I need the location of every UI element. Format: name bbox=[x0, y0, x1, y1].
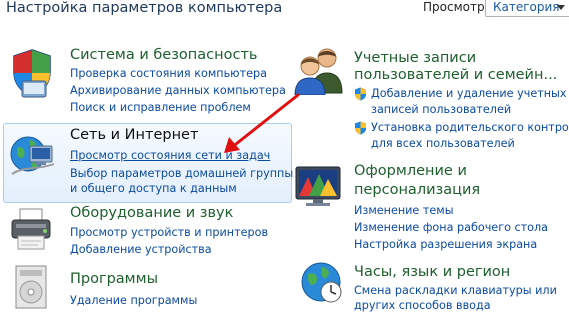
link-backup-computer[interactable]: Архивирование данных компьютера bbox=[70, 84, 286, 97]
category-appearance-line2[interactable]: персонализация bbox=[354, 182, 480, 198]
link-change-keyboard-1[interactable]: Смена раскладки клавиатуры или bbox=[354, 284, 557, 297]
category-network-internet[interactable]: Сеть и Интернет bbox=[70, 127, 198, 143]
link-view-devices-printers[interactable]: Просмотр устройств и принтеров bbox=[70, 226, 268, 239]
category-clock-language-region[interactable]: Часы, язык и регион bbox=[354, 264, 510, 280]
category-appearance-line1[interactable]: Оформление и bbox=[354, 163, 467, 179]
printer-icon[interactable] bbox=[8, 206, 56, 254]
category-system-security[interactable]: Система и безопасность bbox=[70, 47, 257, 63]
link-add-remove-accounts-1[interactable]: Добавление и удаление учетных bbox=[371, 87, 567, 100]
link-add-remove-accounts-2[interactable]: записей пользователей bbox=[371, 103, 511, 116]
uac-shield-icon bbox=[355, 87, 366, 101]
category-hardware-sound[interactable]: Оборудование и звук bbox=[70, 205, 233, 221]
monitor-icon[interactable] bbox=[292, 165, 346, 209]
uac-shield-icon bbox=[355, 121, 366, 135]
link-parental-controls-2[interactable]: для всех пользователей bbox=[371, 137, 515, 150]
view-by-label: Просмотр: bbox=[423, 0, 489, 14]
clock-globe-icon[interactable] bbox=[298, 259, 344, 305]
user-accounts-icon[interactable] bbox=[292, 45, 346, 95]
category-user-accounts-line2[interactable]: пользователей и семейн... bbox=[354, 67, 557, 83]
link-homegroup-options-2[interactable]: и общего доступа к данным bbox=[70, 182, 237, 195]
link-uninstall-program[interactable]: Удаление программы bbox=[70, 294, 197, 307]
link-change-theme[interactable]: Изменение темы bbox=[354, 204, 454, 217]
chevron-down-icon bbox=[557, 5, 565, 10]
link-view-network-status[interactable]: Просмотр состояния сети и задач bbox=[70, 149, 270, 162]
category-programs[interactable]: Программы bbox=[70, 271, 158, 287]
link-homegroup-options-1[interactable]: Выбор параметров домашней группы bbox=[70, 167, 293, 180]
category-user-accounts-line1[interactable]: Учетные записи bbox=[354, 50, 476, 66]
link-troubleshoot[interactable]: Поиск и исправление проблем bbox=[70, 101, 251, 114]
link-add-device[interactable]: Добавление устройства bbox=[70, 243, 212, 256]
link-parental-controls-1[interactable]: Установка родительского контроля bbox=[371, 121, 569, 134]
link-change-desktop-background[interactable]: Изменение фона рабочего стола bbox=[354, 221, 548, 234]
link-check-computer-status[interactable]: Проверка состояния компьютера bbox=[70, 67, 267, 80]
link-adjust-screen-resolution[interactable]: Настройка разрешения экрана bbox=[354, 238, 537, 251]
security-shield-icon[interactable] bbox=[8, 47, 56, 99]
view-by-dropdown[interactable]: Категория bbox=[485, 0, 569, 17]
page-title: Настройка параметров компьютера bbox=[6, 0, 283, 16]
programs-icon[interactable] bbox=[8, 262, 56, 312]
link-change-keyboard-2[interactable]: других способов ввода bbox=[354, 299, 491, 312]
view-by-value: Категория bbox=[493, 0, 560, 14]
network-globe-icon[interactable] bbox=[8, 130, 58, 180]
